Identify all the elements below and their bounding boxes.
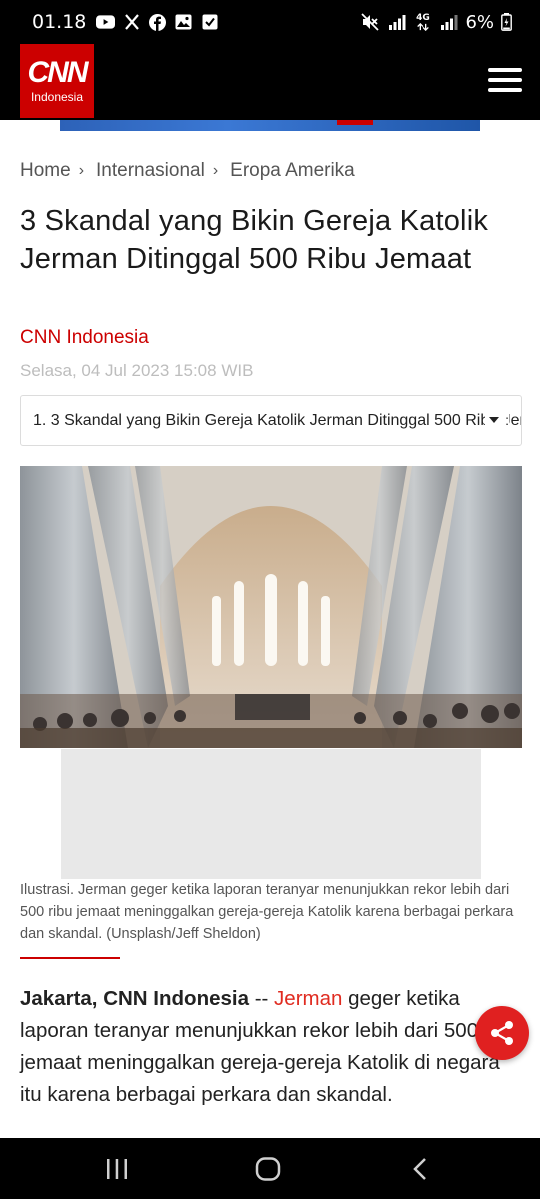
lead-link-jerman[interactable]: Jerman [274, 987, 342, 1010]
signal-icon [439, 14, 458, 31]
signal-icon [387, 14, 406, 31]
battery-icon [501, 13, 512, 31]
divider [20, 957, 120, 959]
logo-subtext: Indonesia [30, 90, 84, 104]
chevron-right-icon: › [212, 162, 219, 179]
logo-text: CNN [27, 56, 89, 89]
more-icon: : [505, 412, 509, 428]
breadcrumb-eropa-amerika[interactable]: Eropa Amerika [230, 160, 355, 182]
facebook-icon [148, 13, 167, 31]
home-icon[interactable] [248, 1156, 288, 1182]
cnn-indonesia-logo[interactable]: CNN Indonesia [20, 44, 94, 118]
recent-apps-icon[interactable] [97, 1156, 137, 1182]
battery-percent: 6% [465, 11, 494, 33]
article-date: Selasa, 04 Jul 2023 15:08 WIB [20, 361, 254, 380]
top-ad-banner[interactable] [60, 120, 480, 131]
page-select[interactable]: 1. 3 Skandal yang Bikin Gereja Katolik J… [20, 395, 522, 446]
data-icon: 4G [413, 12, 432, 31]
article-source[interactable]: CNN Indonesia [20, 327, 149, 349]
network-type: 4G [416, 12, 430, 23]
lead-dateline: Jakarta, CNN Indonesia [20, 987, 249, 1010]
back-icon[interactable] [400, 1156, 440, 1182]
system-nav-bar [0, 1138, 540, 1199]
system-status: 4G 6% [361, 12, 512, 33]
gallery-icon [174, 14, 193, 31]
photo-caption: Ilustrasi. Jerman geger ketika laporan t… [20, 882, 514, 942]
youtube-icon [96, 14, 116, 31]
article-lead: Jakarta, CNN Indonesia -- Jerman geger k… [20, 983, 520, 1111]
share-button[interactable] [475, 1006, 529, 1060]
article-title: 3 Skandal yang Bikin Gereja Katolik Jerm… [20, 205, 489, 275]
breadcrumb: Home › Internasional › Eropa Amerika [20, 160, 355, 182]
article-photo[interactable] [20, 466, 522, 748]
chevron-right-icon: › [78, 162, 85, 179]
inline-ad-placeholder[interactable] [61, 749, 481, 879]
share-icon [491, 1021, 513, 1045]
page-select-value: 1. 3 Skandal yang Bikin Gereja Katolik J… [33, 411, 522, 429]
breadcrumb-home[interactable]: Home [20, 160, 71, 182]
checkbox-icon [200, 14, 219, 31]
x-icon [122, 14, 141, 31]
lead-dash: -- [249, 987, 275, 1010]
church-interior-image [20, 466, 522, 748]
mute-icon [361, 13, 380, 31]
notification-icons [96, 13, 219, 31]
site-header: CNN Indonesia [0, 44, 540, 120]
hamburger-menu-icon[interactable] [488, 68, 522, 94]
status-time: 01.18 [32, 11, 87, 33]
dropdown-arrow-icon [489, 417, 500, 423]
status-bar: 01.18 4G 6% [0, 0, 540, 44]
breadcrumb-internasional[interactable]: Internasional [96, 160, 205, 182]
